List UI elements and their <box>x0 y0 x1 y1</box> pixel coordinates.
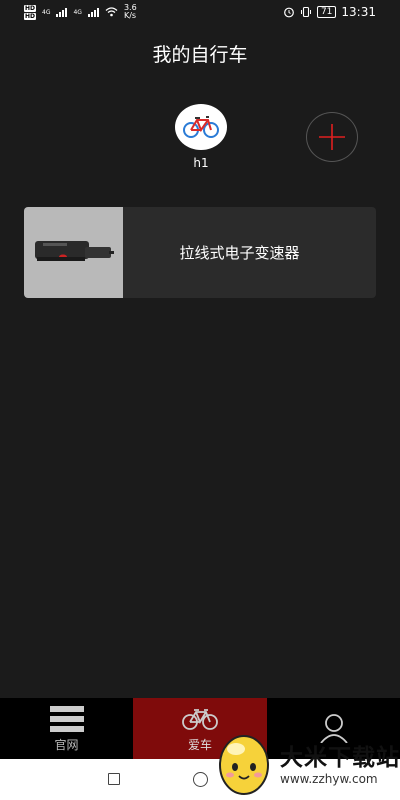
wifi-icon <box>105 7 118 17</box>
network-speed: 3.6 K/s <box>124 4 137 20</box>
plus-icon <box>319 124 345 150</box>
derailleur-image <box>34 240 114 261</box>
product-card[interactable]: 拉线式电子变速器 <box>24 207 376 298</box>
vibrate-icon <box>300 6 311 18</box>
bike-avatar[interactable] <box>175 104 227 150</box>
speed-unit: K/s <box>123 11 137 20</box>
hd-indicators: HD HD <box>24 4 37 20</box>
hd-badge-1: HD <box>24 4 37 12</box>
product-thumbnail <box>24 207 123 298</box>
bike-name: h1 <box>193 156 209 170</box>
alarm-icon <box>284 7 294 18</box>
status-left: HD HD 4G 4G 3.6 K/s <box>24 4 137 20</box>
watermark-title: 大米下载站 <box>280 745 400 771</box>
status-right: 71 13:31 <box>283 5 376 19</box>
recent-apps-button[interactable] <box>108 773 120 785</box>
egg-mascot-icon <box>219 735 269 795</box>
hd-badge-2: HD <box>24 12 37 20</box>
product-label: 拉线式电子变速器 <box>179 244 300 262</box>
network-type-2: 4G <box>73 8 82 16</box>
app-screen: HD HD 4G 4G 3.6 K/s 71 13:31 我的自行车 h1 拉线… <box>0 0 400 800</box>
clock: 13:31 <box>341 5 376 19</box>
battery-indicator: 71 <box>316 6 337 18</box>
watermark-url: www.zzhyw.com <box>280 772 378 786</box>
signal-icon-2 <box>87 7 99 17</box>
menu-icon <box>49 704 84 734</box>
tab-label-official: 官网 <box>54 738 79 752</box>
add-bike-button[interactable] <box>306 112 358 162</box>
bicycle-tab-icon <box>182 704 218 734</box>
watermark-text: 大米下载站 www.zzhyw.com <box>280 738 400 786</box>
page-title: 我的自行车 <box>152 44 248 66</box>
tab-official-site[interactable]: 官网 <box>0 698 133 759</box>
watermark-logo: 大米下载站 www.zzhyw.com <box>214 724 400 800</box>
bicycle-icon <box>183 116 219 138</box>
tab-label-my-bike: 爱车 <box>187 738 212 752</box>
status-bar: HD HD 4G 4G 3.6 K/s 71 13:31 <box>0 0 400 26</box>
network-type-1: 4G <box>42 8 51 16</box>
signal-icon-1 <box>56 7 68 17</box>
home-button[interactable] <box>193 772 208 787</box>
